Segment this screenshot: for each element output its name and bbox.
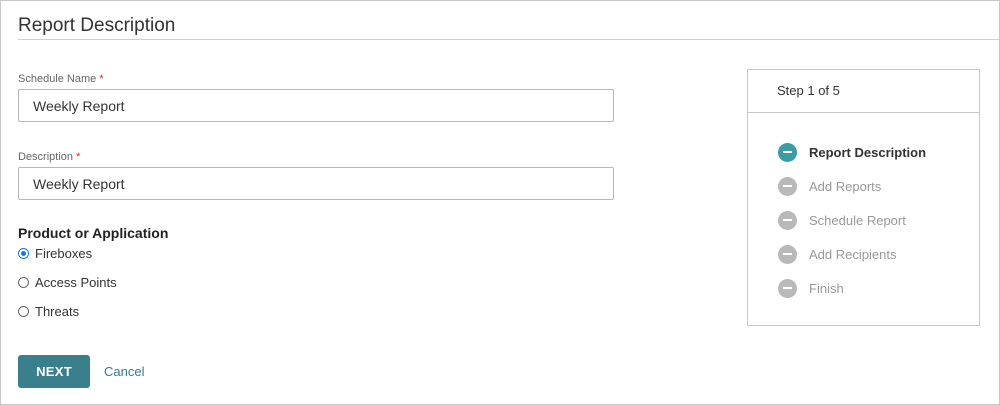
next-button[interactable]: NEXT [18, 355, 90, 388]
step-label: Add Recipients [809, 246, 897, 262]
description-label: Description * [18, 151, 80, 163]
page-title: Report Description [18, 15, 176, 36]
minus-circle-icon [778, 142, 797, 162]
step-report-description: Report Description [778, 142, 926, 162]
report-wizard-window: Report Description Schedule Name * Descr… [0, 0, 1000, 405]
step-label: Schedule Report [809, 212, 906, 228]
schedule-name-label: Schedule Name * [18, 73, 104, 85]
step-label: Add Reports [809, 178, 882, 194]
steps-divider [748, 112, 979, 113]
minus-circle-icon [778, 210, 797, 230]
cancel-link[interactable]: Cancel [104, 364, 144, 379]
radio-button-selected[interactable] [18, 247, 29, 259]
radio-option-fireboxes[interactable]: Fireboxes [18, 244, 92, 262]
radio-label-access-points: Access Points [35, 274, 117, 290]
required-asterisk: * [99, 73, 104, 85]
description-input[interactable] [18, 167, 614, 200]
step-finish: Finish [778, 278, 844, 298]
description-label-text: Description [18, 151, 74, 163]
required-asterisk: * [76, 151, 81, 163]
radio-button[interactable] [18, 276, 29, 288]
radio-option-threats[interactable]: Threats [18, 302, 79, 320]
minus-circle-icon [778, 176, 797, 196]
radio-label-fireboxes: Fireboxes [35, 245, 93, 261]
radio-label-threats: Threats [35, 303, 80, 319]
step-add-reports: Add Reports [778, 176, 881, 196]
step-counter: Step 1 of 5 [777, 83, 840, 98]
step-label: Finish [809, 280, 844, 296]
step-add-recipients: Add Recipients [778, 244, 896, 264]
minus-circle-icon [778, 278, 797, 298]
step-schedule-report: Schedule Report [778, 210, 906, 230]
title-divider [18, 39, 999, 40]
product-or-application-label: Product or Application [18, 225, 169, 241]
minus-circle-icon [778, 244, 797, 264]
radio-option-access-points[interactable]: Access Points [18, 273, 117, 291]
wizard-steps-panel: Step 1 of 5 Report Description Add Repor… [747, 69, 980, 326]
schedule-name-input[interactable] [18, 89, 614, 122]
step-label: Report Description [809, 144, 927, 160]
schedule-name-label-text: Schedule Name [18, 73, 97, 85]
radio-button[interactable] [18, 305, 29, 317]
